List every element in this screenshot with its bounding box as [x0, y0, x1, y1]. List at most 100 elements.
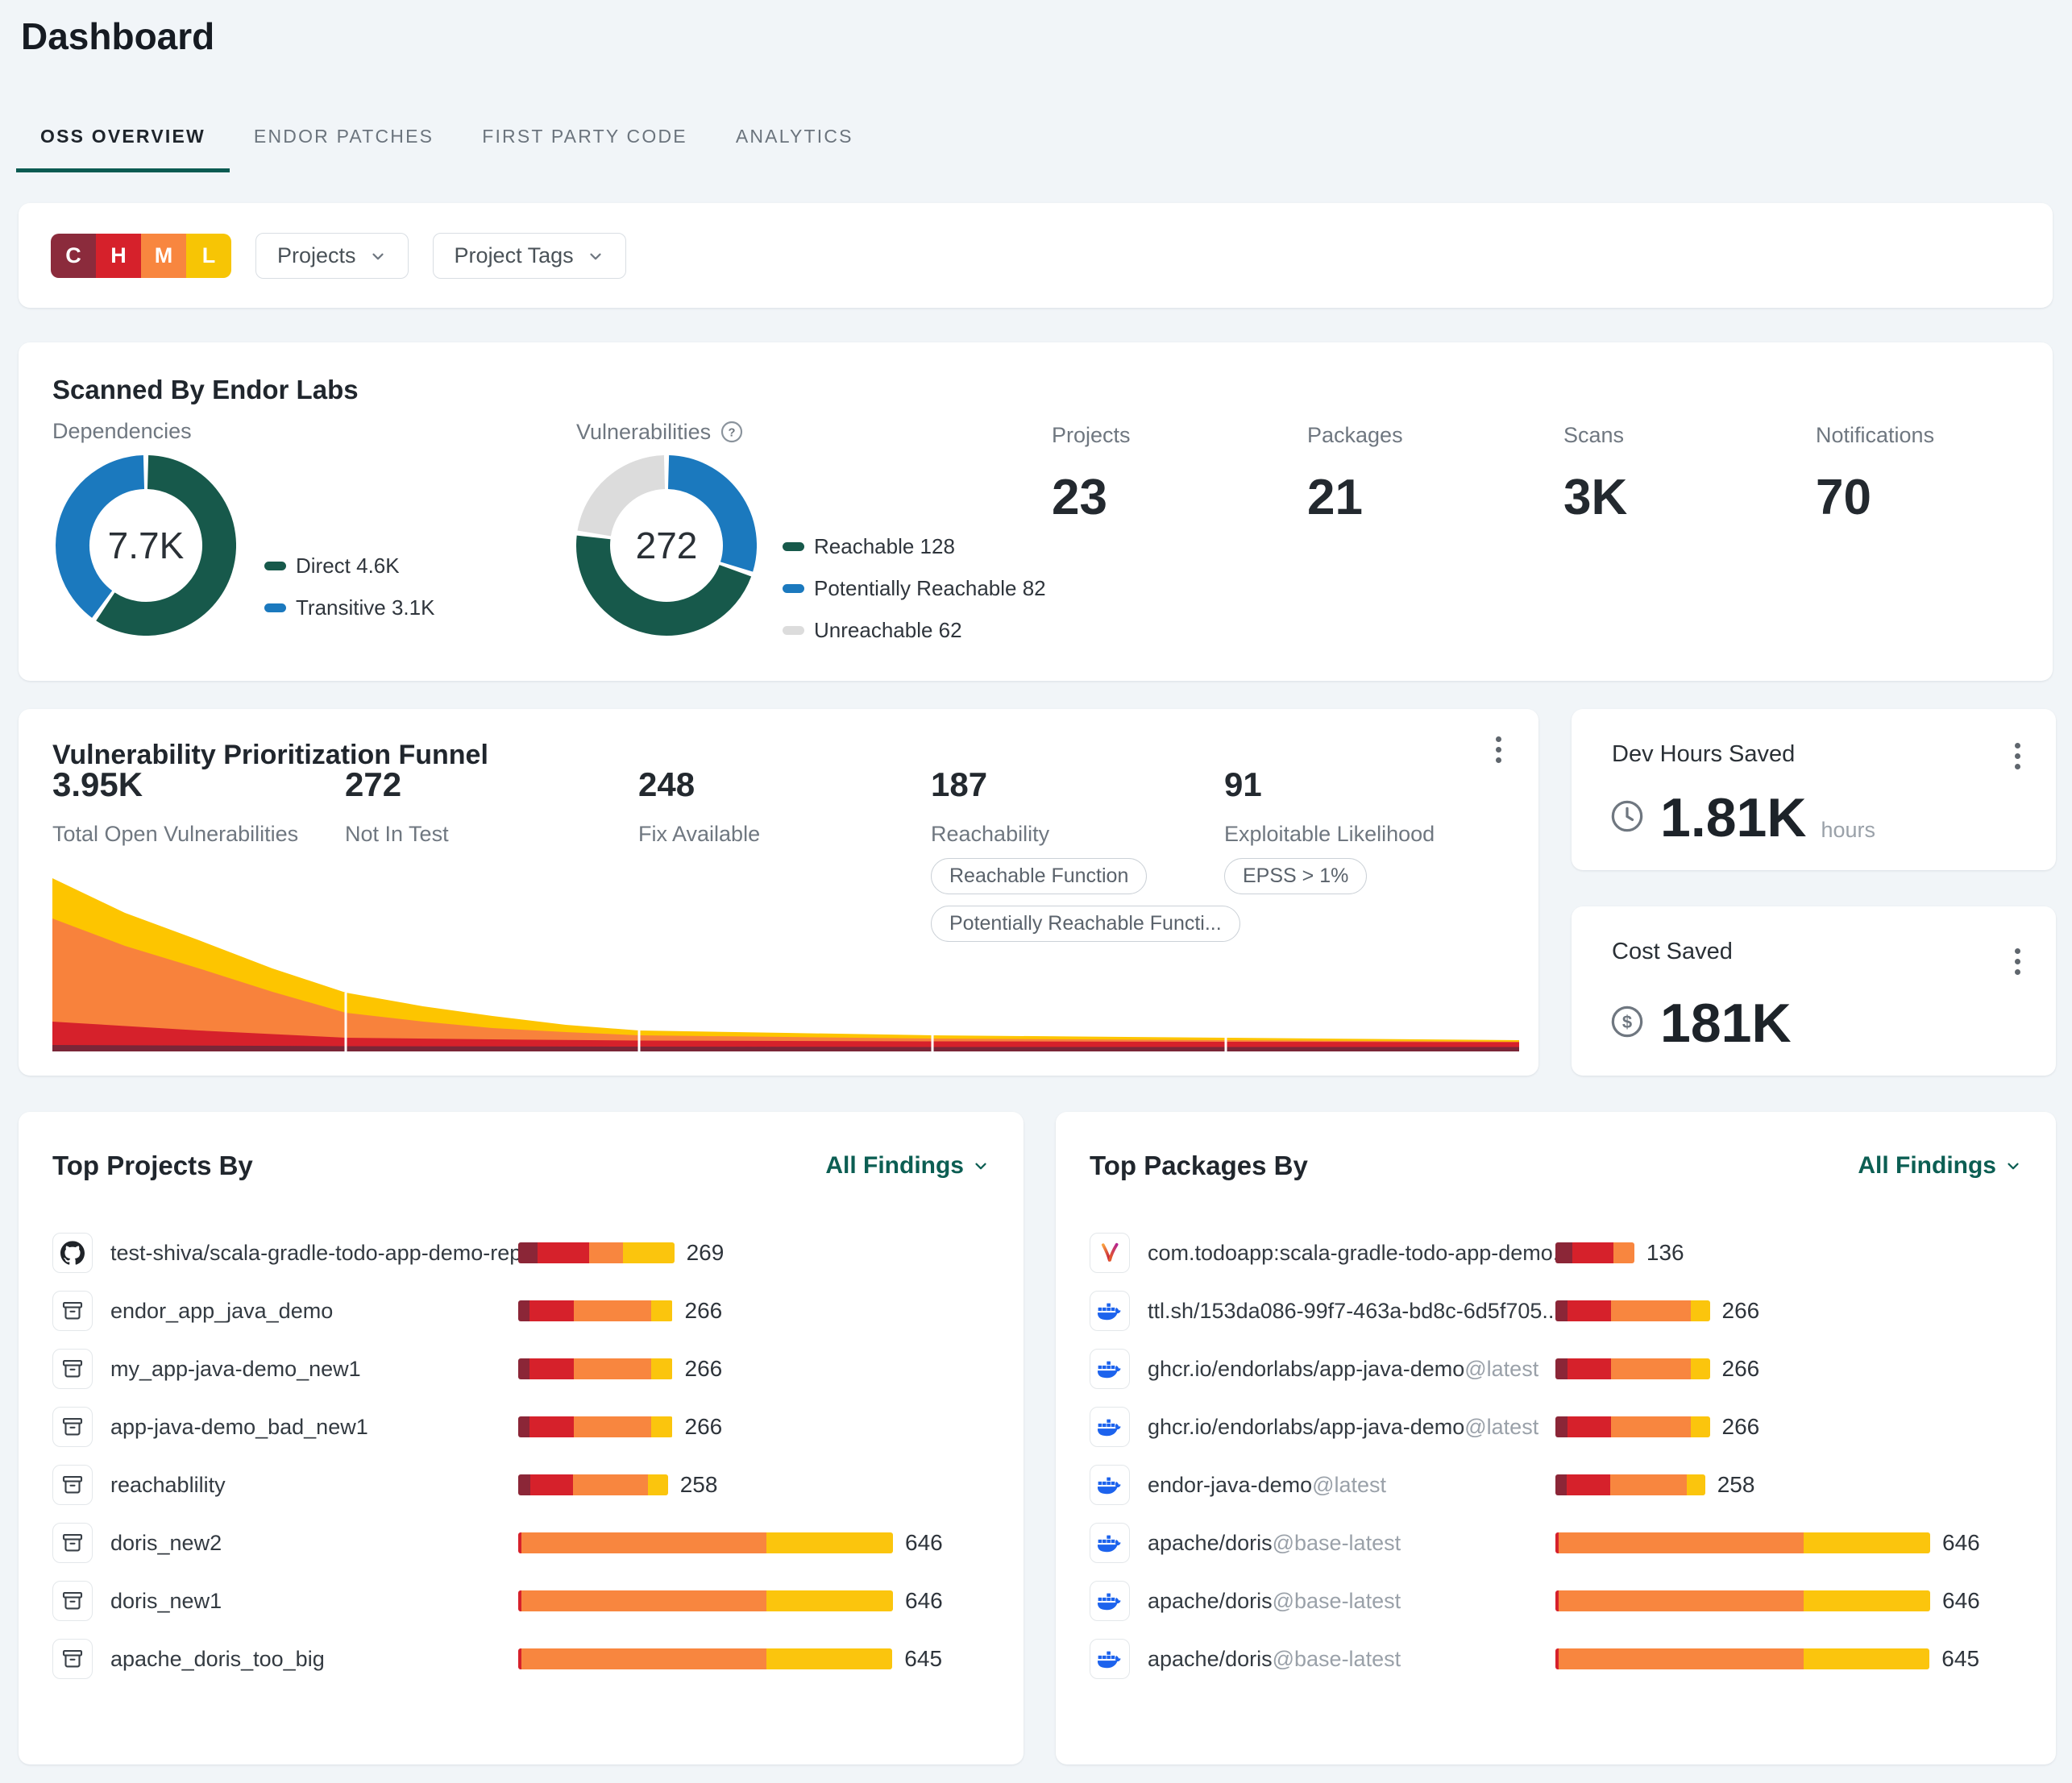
findings-count: 258	[680, 1472, 718, 1498]
item-name: my_app-java-demo_new1	[110, 1357, 361, 1382]
list-item[interactable]: apache_doris_too_big645	[52, 1630, 990, 1688]
legend-swatch	[264, 603, 286, 612]
findings-bar	[518, 1590, 893, 1611]
kebab-menu-icon[interactable]	[2010, 738, 2025, 774]
item-name: ghcr.io/endorlabs/app-java-demo@latest	[1148, 1415, 1538, 1440]
filter-tag-chip[interactable]: Reachable Function	[931, 858, 1147, 894]
item-name: app-java-demo_bad_new1	[110, 1415, 368, 1440]
tab-first-party-code[interactable]: FIRST PARTY CODE	[458, 121, 712, 172]
findings-bar	[518, 1474, 668, 1495]
docker-icon	[1090, 1291, 1130, 1331]
docker-icon	[1090, 1639, 1130, 1679]
project-tags-filter-dropdown[interactable]: Project Tags	[433, 233, 626, 279]
filter-tag-chip[interactable]: EPSS > 1%	[1224, 858, 1367, 894]
projects-filter-dropdown[interactable]: Projects	[255, 233, 409, 279]
docker-icon	[1090, 1581, 1130, 1621]
stat-packages: Packages21	[1307, 423, 1403, 526]
page-title: Dashboard	[21, 15, 214, 58]
cost-saved-value: 181K	[1660, 992, 1792, 1055]
cost-saved-card: Cost Saved $ 181K	[1572, 906, 2056, 1076]
list-item[interactable]: doris_new2646	[52, 1514, 990, 1572]
tab-analytics[interactable]: ANALYTICS	[712, 121, 878, 172]
findings-bar	[518, 1358, 673, 1379]
funnel-stage: 248Fix Available	[638, 765, 928, 847]
archive-icon	[52, 1581, 93, 1621]
legend-swatch	[783, 542, 804, 551]
docker-icon	[1090, 1465, 1130, 1505]
list-item[interactable]: ttl.sh/153da086-99f7-463a-bd8c-6d5f705..…	[1090, 1282, 2022, 1340]
list-item[interactable]: app-java-demo_bad_new1266	[52, 1398, 990, 1456]
findings-bar	[518, 1300, 673, 1321]
item-name: test-shiva/scala-gradle-todo-app-demo-re…	[110, 1241, 529, 1266]
findings-bar	[518, 1532, 893, 1553]
tab-oss-overview[interactable]: OSS OVERVIEW	[16, 121, 230, 172]
docker-icon	[1090, 1523, 1130, 1563]
item-name: apache/doris@base-latest	[1148, 1589, 1401, 1614]
top-projects-title: Top Projects By	[52, 1151, 253, 1181]
dev-hours-title: Dev Hours Saved	[1612, 741, 1795, 768]
findings-bar	[1555, 1300, 1710, 1321]
findings-count: 266	[1722, 1298, 1760, 1324]
findings-count: 645	[1941, 1646, 1979, 1672]
list-item[interactable]: test-shiva/scala-gradle-todo-app-demo-re…	[52, 1224, 990, 1282]
legend-swatch	[783, 626, 804, 635]
funnel-stage: 272Not In Test	[345, 765, 635, 847]
list-item[interactable]: doris_new1646	[52, 1572, 990, 1630]
vulnerabilities-donut-chart: 272	[576, 455, 757, 636]
projects-filter-label: Projects	[277, 243, 356, 268]
list-item[interactable]: com.todoapp:scala-gradle-todo-app-demo..…	[1090, 1224, 2022, 1282]
clock-icon	[1609, 798, 1646, 839]
severity-filter-group: CHML	[51, 234, 231, 278]
funnel-stage: 91Exploitable LikelihoodEPSS > 1%	[1224, 765, 1514, 894]
funnel-stage: 3.95KTotal Open Vulnerabilities	[52, 765, 343, 847]
list-item[interactable]: apache/doris@base-latest646	[1090, 1572, 2022, 1630]
list-item[interactable]: endor-java-demo@latest258	[1090, 1456, 2022, 1514]
help-icon[interactable]: ?	[719, 419, 745, 445]
scanned-by-endor-labs-card: Scanned By Endor Labs Dependencies 7.7K …	[19, 342, 2053, 681]
github-icon	[52, 1233, 93, 1273]
archive-icon	[52, 1291, 93, 1331]
list-item[interactable]: apache/doris@base-latest646	[1090, 1514, 2022, 1572]
top-projects-findings-dropdown[interactable]: All Findings	[825, 1152, 990, 1180]
dependencies-donut-chart: 7.7K	[56, 455, 236, 636]
dev-hours-unit: hours	[1821, 818, 1875, 843]
findings-bar	[1555, 1532, 1930, 1553]
vulnerabilities-legend: Reachable 128Potentially Reachable 82Unr…	[783, 534, 1046, 643]
list-item[interactable]: ghcr.io/endorlabs/app-java-demo@latest26…	[1090, 1398, 2022, 1456]
top-packages-findings-dropdown[interactable]: All Findings	[1858, 1152, 2022, 1180]
vulnerabilities-total: 272	[576, 455, 757, 636]
list-item[interactable]: reachablility258	[52, 1456, 990, 1514]
severity-toggle-critical[interactable]: C	[51, 234, 96, 278]
project-tags-filter-label: Project Tags	[455, 243, 574, 268]
legend-item: Unreachable 62	[783, 618, 1046, 643]
kebab-menu-icon[interactable]	[2010, 943, 2025, 980]
filter-tag-chip[interactable]: Potentially Reachable Functi...	[931, 906, 1240, 942]
dependencies-label: Dependencies	[52, 419, 192, 444]
list-item[interactable]: my_app-java-demo_new1266	[52, 1340, 990, 1398]
archive-icon	[52, 1349, 93, 1389]
findings-count: 266	[685, 1298, 723, 1324]
tab-bar: OSS OVERVIEWENDOR PATCHESFIRST PARTY COD…	[16, 121, 878, 172]
item-name: com.todoapp:scala-gradle-todo-app-demo..…	[1148, 1241, 1567, 1266]
dependencies-legend: Direct 4.6KTransitive 3.1K	[264, 554, 434, 620]
severity-toggle-high[interactable]: H	[96, 234, 141, 278]
dev-hours-saved-card: Dev Hours Saved 1.81K hours	[1572, 709, 2056, 870]
severity-toggle-low[interactable]: L	[186, 234, 231, 278]
vulnerabilities-label: Vulnerabilities?	[576, 419, 745, 445]
chevron-down-icon	[972, 1157, 990, 1175]
findings-bar	[1555, 1358, 1710, 1379]
severity-toggle-medium[interactable]: M	[141, 234, 186, 278]
list-item[interactable]: apache/doris@base-latest645	[1090, 1630, 2022, 1688]
scanned-card-title: Scanned By Endor Labs	[52, 375, 359, 405]
list-item[interactable]: endor_app_java_demo266	[52, 1282, 990, 1340]
tab-endor-patches[interactable]: ENDOR PATCHES	[230, 121, 458, 172]
vulnerability-funnel-card: Vulnerability Prioritization Funnel 3.95…	[19, 709, 1538, 1076]
item-name: apache_doris_too_big	[110, 1647, 325, 1672]
stat-notifications: Notifications70	[1816, 423, 1934, 526]
findings-count: 646	[905, 1530, 943, 1556]
stat-projects: Projects23	[1052, 423, 1131, 526]
kebab-menu-icon[interactable]	[1491, 732, 1506, 768]
funnel-stage: 187ReachabilityReachable FunctionPotenti…	[931, 765, 1221, 942]
list-item[interactable]: ghcr.io/endorlabs/app-java-demo@latest26…	[1090, 1340, 2022, 1398]
findings-count: 258	[1717, 1472, 1755, 1498]
